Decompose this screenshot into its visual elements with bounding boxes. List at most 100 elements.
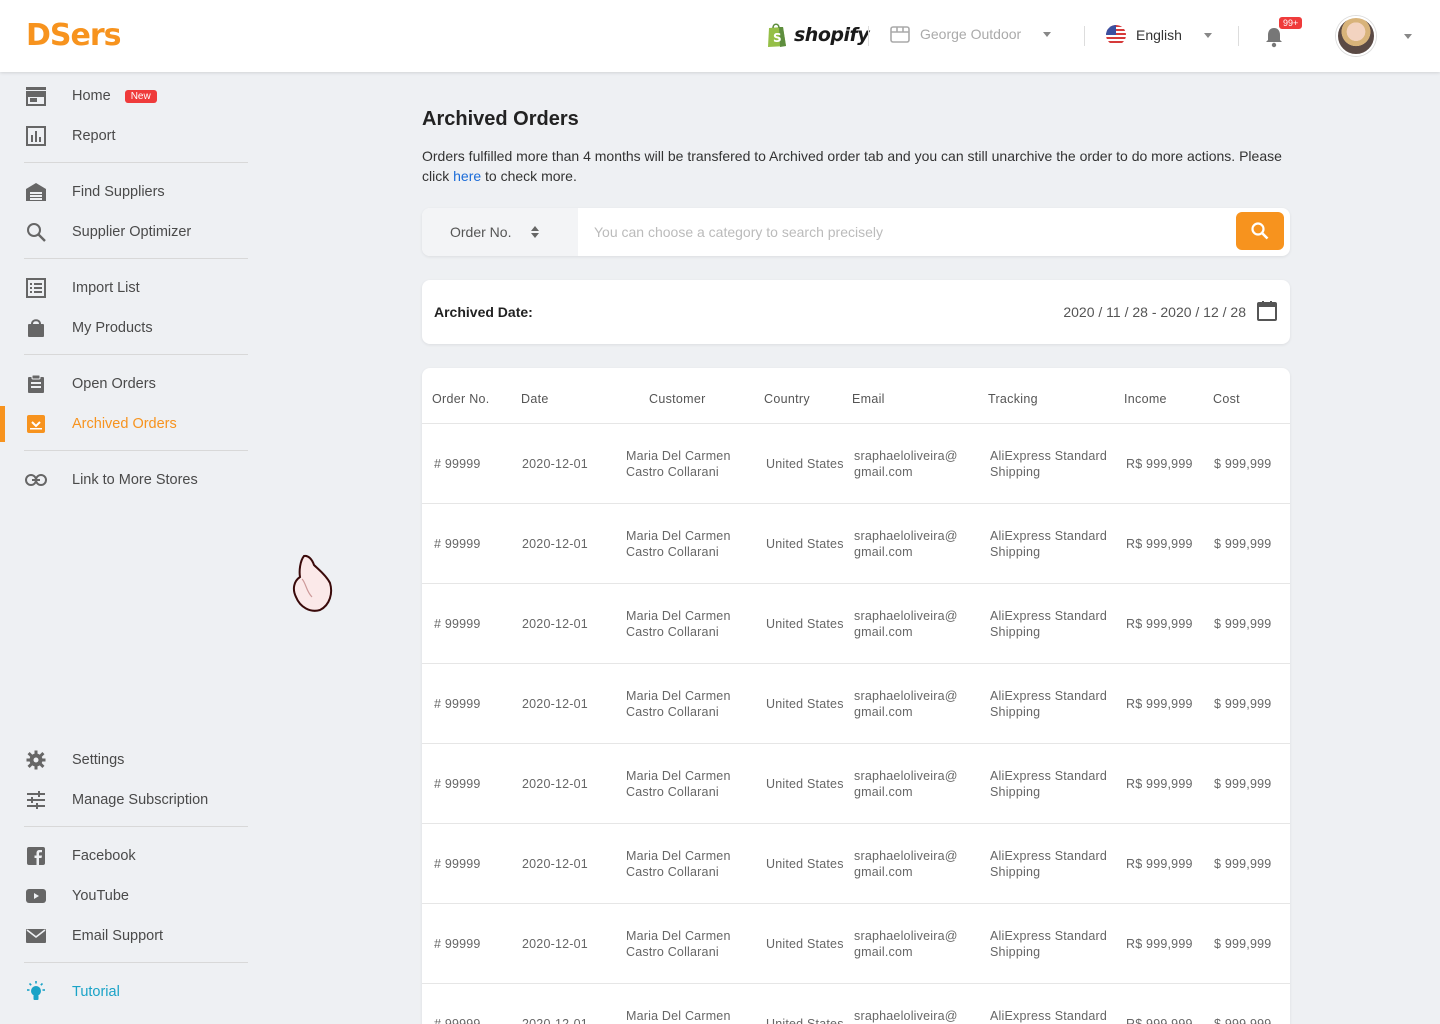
tracking-cell: AliExpress Standard Shipping — [990, 929, 1108, 959]
chevron-down-icon[interactable] — [1404, 34, 1412, 39]
search-input[interactable] — [578, 208, 1236, 256]
income-cell: R$ 999,999 — [1126, 537, 1193, 551]
search-category-select[interactable]: Order No. — [422, 208, 578, 256]
tracking-cell: AliExpress Standard Shipping — [990, 1009, 1108, 1023]
tracking-cell: AliExpress Standard Shipping — [990, 849, 1108, 879]
table-row[interactable]: # 99999 2020-12-01 Maria Del Carmen Castro… — [422, 984, 1290, 1024]
cost-cell: $ 999,999 — [1214, 457, 1272, 471]
language-selector[interactable]: English — [1106, 25, 1212, 45]
income-cell: R$ 999,999 — [1126, 1017, 1193, 1024]
order-no-cell: # 99999 — [434, 457, 481, 471]
sidebar-item-find-suppliers[interactable]: Find Suppliers — [0, 172, 250, 212]
sidebar-item-supplier-optimizer[interactable]: Supplier Optimizer — [0, 212, 250, 252]
sidebar-item-home[interactable]: Home New — [0, 76, 250, 116]
cost-cell: $ 999,999 — [1214, 937, 1272, 951]
cost-cell: $ 999,999 — [1214, 777, 1272, 791]
sidebar-item-facebook[interactable]: Facebook — [0, 836, 250, 876]
sidebar-item-manage-subscription[interactable]: Manage Subscription — [0, 780, 250, 820]
column-header: Cost — [1213, 392, 1240, 406]
sidebar-item-archived-orders[interactable]: Archived Orders — [0, 404, 250, 444]
sidebar-item-settings[interactable]: Settings — [0, 740, 250, 780]
archive-icon — [24, 412, 48, 436]
sidebar-item-open-orders[interactable]: Open Orders — [0, 364, 250, 404]
youtube-icon — [24, 884, 48, 908]
sidebar-item-label: Open Orders — [72, 376, 156, 392]
sidebar-item-link-stores[interactable]: Link to More Stores — [0, 460, 250, 500]
gear-icon — [24, 748, 48, 772]
language-label: English — [1136, 27, 1182, 43]
income-cell: R$ 999,999 — [1126, 937, 1193, 951]
table-row[interactable]: # 99999 2020-12-01 Maria Del Carmen Castro… — [422, 824, 1290, 904]
header-divider — [1084, 26, 1085, 46]
notification-count-badge: 99+ — [1278, 16, 1304, 30]
table-row[interactable]: # 99999 2020-12-01 Maria Del Carmen Castro… — [422, 504, 1290, 584]
calendar-icon[interactable] — [1256, 300, 1278, 322]
cost-cell: $ 999,999 — [1214, 1017, 1272, 1024]
sidebar-item-tutorial[interactable]: Tutorial — [0, 972, 250, 1012]
date-range-value[interactable]: 2020 / 11 / 28 - 2020 / 12 / 28 — [1063, 304, 1246, 320]
us-flag-icon — [1106, 25, 1126, 45]
mail-icon — [24, 924, 48, 948]
archived-date-filter: Archived Date: 2020 / 11 / 28 - 2020 / 1… — [422, 280, 1290, 344]
cost-cell: $ 999,999 — [1214, 537, 1272, 551]
column-header: Income — [1124, 392, 1167, 406]
store-name: George Outdoor — [920, 26, 1022, 42]
email-cell: sraphaeloliveira@ gmail.com — [854, 449, 958, 479]
sidebar-item-youtube[interactable]: YouTube — [0, 876, 250, 916]
sidebar-item-label: Manage Subscription — [72, 792, 209, 808]
archived-date-label: Archived Date: — [434, 304, 533, 320]
table-row[interactable]: # 99999 2020-12-01 Maria Del Carmen Castro… — [422, 744, 1290, 824]
sidebar-item-label: Settings — [72, 752, 125, 768]
email-cell: sraphaeloliveira@ gmail.com — [854, 929, 958, 959]
table-row[interactable]: # 99999 2020-12-01 Maria Del Carmen Castro… — [422, 424, 1290, 504]
search-icon — [1251, 222, 1269, 240]
sidebar-item-email-support[interactable]: Email Support — [0, 916, 250, 956]
shopify-wordmark: shopify — [794, 24, 870, 46]
facebook-icon — [24, 844, 48, 868]
warehouse-icon — [24, 180, 48, 204]
table-row[interactable]: # 99999 2020-12-01 Maria Del Carmen Castro… — [422, 904, 1290, 984]
column-header: Order No. — [432, 392, 490, 406]
email-cell: sraphaeloliveira@ gmail.com — [854, 609, 958, 639]
clipboard-icon — [24, 372, 48, 396]
sidebar-item-import-list[interactable]: Import List — [0, 268, 250, 308]
sidebar-item-label: Tutorial — [72, 984, 120, 1000]
shopify-bag-icon: S — [768, 23, 786, 47]
customer-cell: Maria Del Carmen Castro Collarani — [626, 1009, 731, 1023]
sidebar-divider — [24, 258, 248, 259]
hand-cursor-icon — [292, 554, 333, 612]
sidebar-item-my-products[interactable]: My Products — [0, 308, 250, 348]
sort-arrows-icon — [531, 226, 540, 238]
new-badge: New — [124, 89, 157, 103]
tracking-cell: AliExpress Standard Shipping — [990, 449, 1108, 479]
customer-cell: Maria Del Carmen Castro Collarani — [626, 929, 731, 959]
here-link[interactable]: here — [453, 168, 481, 184]
table-row[interactable]: # 99999 2020-12-01 Maria Del Carmen Castro… — [422, 584, 1290, 664]
table-row[interactable]: # 99999 2020-12-01 Maria Del Carmen Castro… — [422, 664, 1290, 744]
storefront-icon — [890, 26, 910, 43]
customer-cell: Maria Del Carmen Castro Collarani — [626, 609, 731, 639]
date-cell: 2020-12-01 — [522, 537, 588, 551]
order-no-cell: # 99999 — [434, 617, 481, 631]
sidebar-item-label: Facebook — [72, 848, 136, 864]
income-cell: R$ 999,999 — [1126, 857, 1193, 871]
income-cell: R$ 999,999 — [1126, 457, 1193, 471]
user-avatar[interactable] — [1336, 16, 1376, 56]
lightbulb-icon — [24, 980, 48, 1004]
dsers-logo[interactable]: DSers — [26, 18, 122, 53]
top-header: DSers S shopify George Outdoor English 9… — [0, 0, 1440, 72]
svg-text:S: S — [773, 31, 782, 45]
sidebar-item-report[interactable]: Report — [0, 116, 250, 156]
country-cell: United States — [766, 1017, 844, 1024]
search-button[interactable] — [1236, 212, 1284, 250]
sidebar-item-label: Link to More Stores — [72, 472, 198, 488]
store-selector[interactable]: George Outdoor — [890, 25, 1052, 43]
date-cell: 2020-12-01 — [522, 937, 588, 951]
chart-icon — [24, 124, 48, 148]
sliders-icon — [24, 788, 48, 812]
email-cell: sraphaeloliveira@ gmail.com — [854, 529, 958, 559]
date-cell: 2020-12-01 — [522, 1017, 588, 1024]
order-no-cell: # 99999 — [434, 537, 481, 551]
column-header: Country — [764, 392, 810, 406]
description-text: to check more. — [481, 168, 577, 184]
